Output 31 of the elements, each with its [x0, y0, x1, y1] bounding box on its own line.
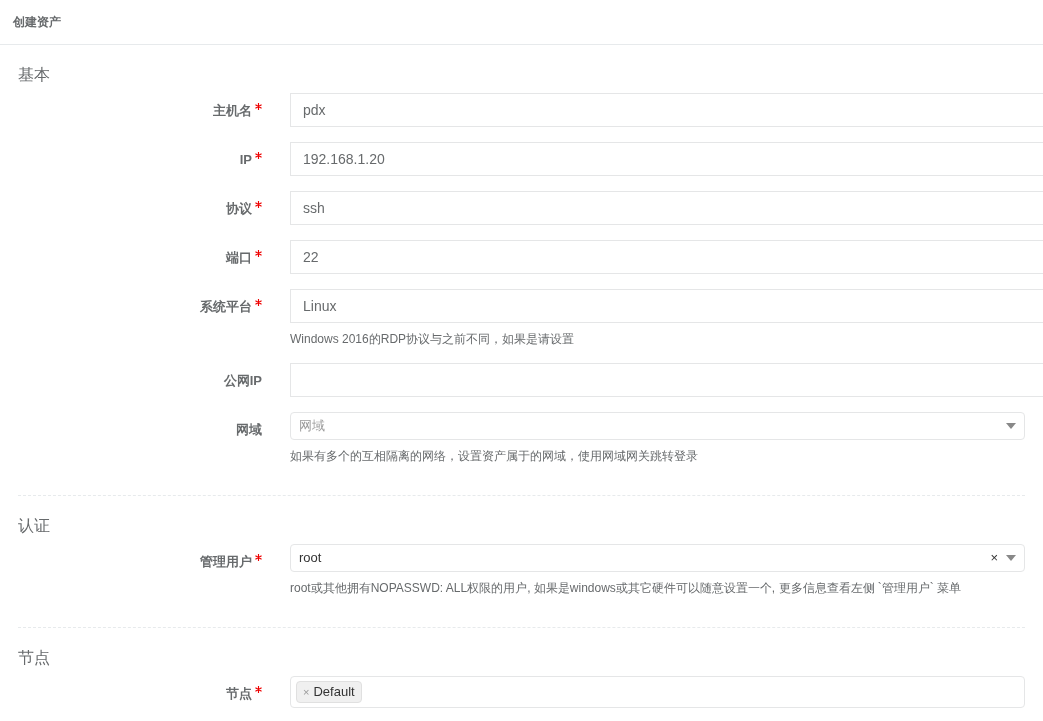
- section-heading: 基本: [18, 65, 51, 85]
- input-field[interactable]: [290, 363, 1043, 397]
- select-field[interactable]: 网域: [290, 412, 1025, 440]
- section-heading: 认证: [18, 516, 51, 536]
- field-label: 主机名: [213, 102, 252, 120]
- clear-button[interactable]: ×: [990, 548, 998, 568]
- help-text: Windows 2016的RDP协议与之前不同，如果是请设置: [290, 331, 576, 348]
- help-text: 如果有多个的互相隔离的网络，设置资产属于的网域，使用网域网关跳转登录: [290, 448, 699, 465]
- input-field[interactable]: 22: [290, 240, 1043, 274]
- input-field[interactable]: 192.168.1.20: [290, 142, 1043, 176]
- caret-down-icon: [1006, 555, 1016, 561]
- input-field[interactable]: pdx: [290, 93, 1043, 127]
- help-text: root或其他拥有NOPASSWD: ALL权限的用户, 如果是windows或其它硬件可以随意设置一个, 更多信息查看左侧 `管理用户` 菜单: [290, 580, 963, 597]
- field-label: 协议: [226, 200, 252, 218]
- field-label: 管理用户: [200, 553, 252, 571]
- page-title: 创建资产: [13, 15, 61, 29]
- field-label: 节点: [226, 685, 252, 703]
- input-field[interactable]: Linux: [290, 289, 1043, 323]
- section-heading: 节点: [18, 648, 51, 668]
- select-placeholder: 网域: [299, 417, 326, 436]
- tag-label: Default: [313, 683, 355, 702]
- select-value: root: [299, 549, 323, 568]
- field-label: IP: [239, 151, 252, 169]
- input-field[interactable]: ssh: [290, 191, 1043, 225]
- field-label: 网域: [236, 421, 262, 439]
- tag-select-field[interactable]: × Default: [290, 676, 1025, 708]
- caret-down-icon: [1006, 423, 1016, 429]
- field-label: 系统平台: [200, 298, 252, 316]
- field-label: 公网IP: [223, 372, 262, 390]
- select-field[interactable]: root ×: [290, 544, 1025, 572]
- field-label: 端口: [226, 249, 252, 267]
